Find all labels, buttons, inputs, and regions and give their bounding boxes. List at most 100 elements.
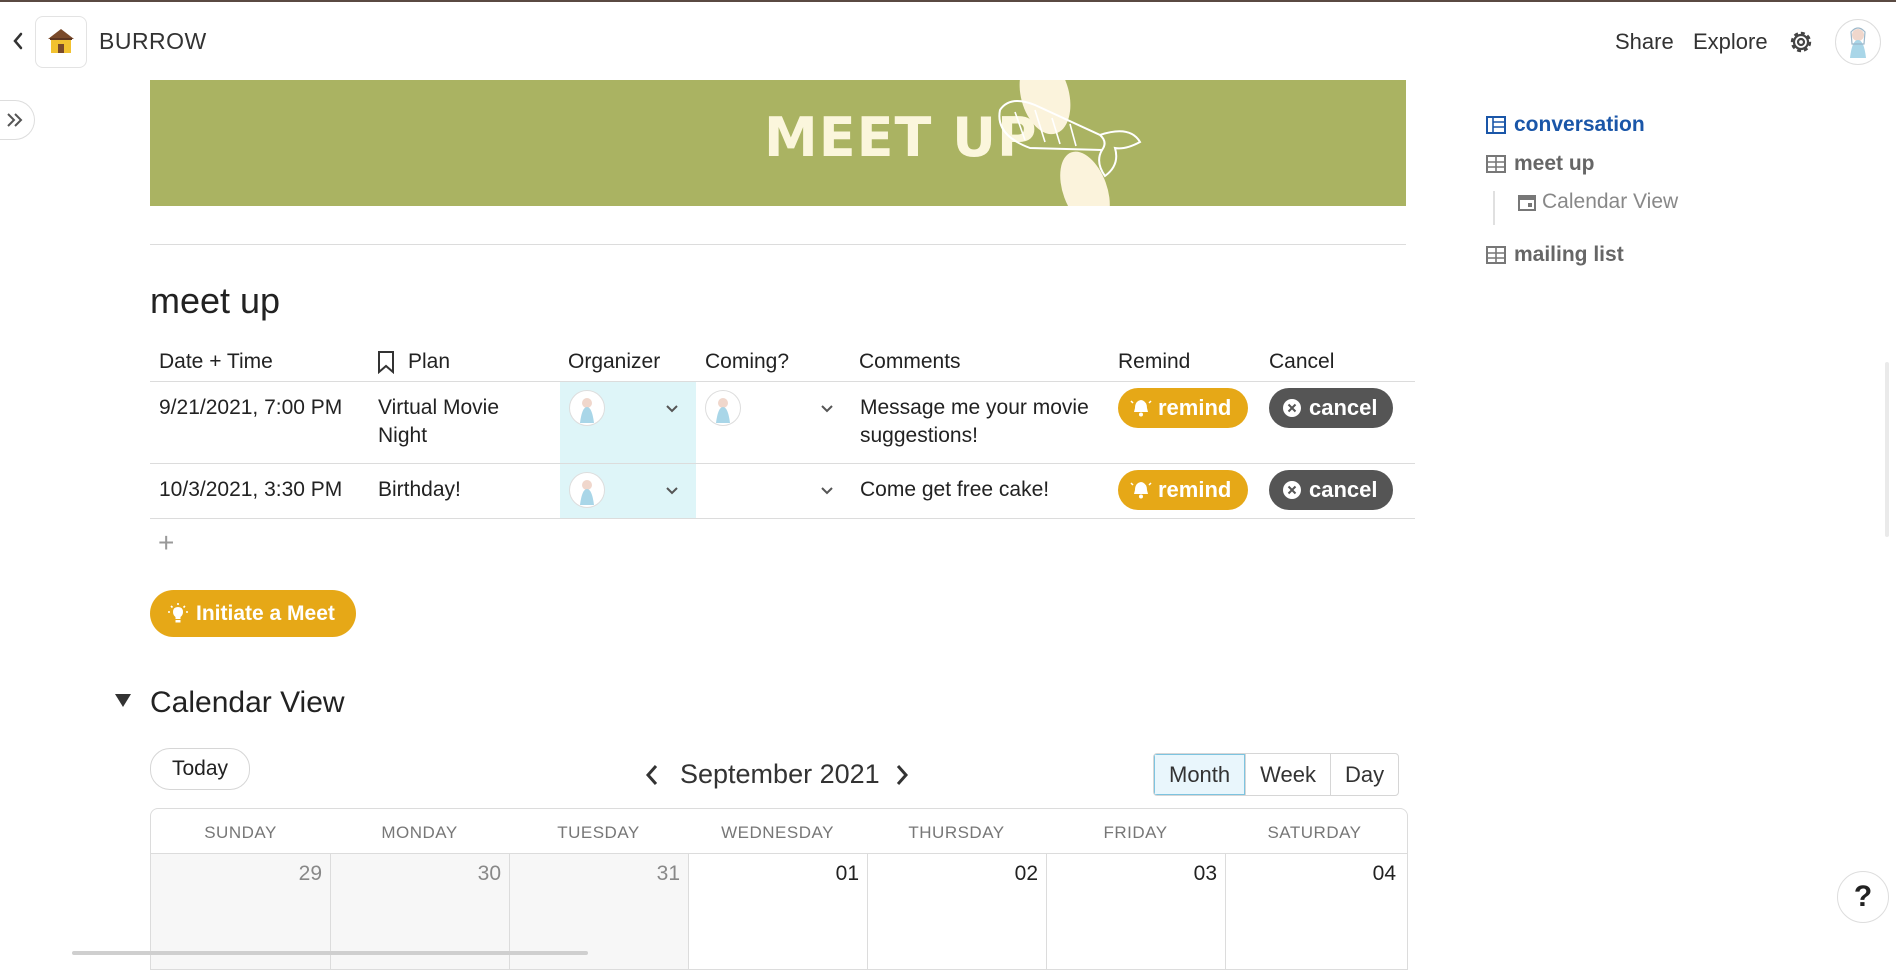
cancel-button[interactable]: cancel — [1269, 470, 1393, 510]
bell-icon — [1130, 400, 1152, 417]
column-header-remind[interactable]: Remind — [1118, 350, 1190, 374]
coming-avatar — [705, 390, 741, 426]
app-logo[interactable] — [35, 16, 87, 68]
weekday-header: MONDAY — [381, 823, 458, 842]
remind-button[interactable]: remind — [1118, 470, 1248, 510]
chevron-right-icon[interactable] — [894, 762, 910, 788]
table-icon — [1486, 155, 1506, 173]
row-comments[interactable]: Come get free cake! — [860, 476, 1049, 504]
calendar-section-title: Calendar View — [150, 686, 345, 719]
initiate-meet-label: Initiate a Meet — [196, 601, 335, 625]
cancel-label: cancel — [1309, 477, 1378, 502]
remind-label: remind — [1158, 395, 1232, 420]
organizer-dropdown-chevron-icon[interactable] — [664, 486, 680, 496]
day-number: 30 — [477, 862, 501, 885]
outline-item-label: Calendar View — [1542, 190, 1679, 213]
bell-icon — [1130, 482, 1152, 499]
horizontal-scrollbar[interactable] — [72, 951, 588, 955]
column-header-organizer[interactable]: Organizer — [568, 350, 660, 374]
carrot-illustration-icon — [998, 80, 1142, 206]
explore-button[interactable]: Explore — [1693, 29, 1768, 55]
add-row-button[interactable]: + — [158, 527, 174, 559]
outline-item-conversation[interactable]: conversation — [1486, 113, 1645, 137]
calendar-month-grid: SUNDAY MONDAY TUESDAY WEDNESDAY THURSDAY… — [150, 808, 1408, 970]
app-title: BURROW — [99, 28, 207, 54]
outline-item-label: conversation — [1514, 113, 1645, 136]
row-divider — [150, 518, 1415, 519]
coming-dropdown-chevron-icon[interactable] — [819, 404, 835, 414]
column-header-coming[interactable]: Coming? — [705, 350, 789, 374]
weekday-header: TUESDAY — [557, 823, 640, 842]
weekday-header: SUNDAY — [204, 823, 277, 842]
row-plan[interactable]: Birthday! — [378, 476, 461, 504]
chevron-left-icon[interactable] — [644, 762, 660, 788]
organizer-avatar — [569, 390, 605, 426]
expand-sidebar-button[interactable] — [0, 100, 35, 140]
day-number: 02 — [1014, 862, 1038, 885]
doc-page-icon — [1486, 116, 1506, 134]
back-chevron-icon[interactable] — [10, 28, 26, 54]
calendar-month-label: September 2021 — [680, 759, 880, 789]
today-button[interactable]: Today — [150, 748, 250, 790]
calendar-day-cell[interactable]: 01 — [688, 854, 867, 969]
outline-item-calendar-view[interactable]: Calendar View — [1518, 190, 1678, 214]
day-number: 01 — [835, 862, 859, 885]
bookmark-icon — [378, 351, 394, 374]
view-day-button[interactable]: Day — [1330, 754, 1398, 795]
initiate-meet-button[interactable]: Initiate a Meet — [150, 590, 356, 637]
share-button[interactable]: Share — [1615, 29, 1674, 55]
calendar-icon — [1518, 195, 1536, 211]
weekday-header: FRIDAY — [1103, 823, 1168, 842]
lightbulb-icon — [168, 602, 188, 622]
remind-label: remind — [1158, 477, 1232, 502]
cancel-label: cancel — [1309, 395, 1378, 420]
table-icon — [1486, 246, 1506, 264]
collapse-triangle-icon[interactable] — [114, 692, 132, 708]
meetup-banner: MEET UP — [150, 80, 1406, 206]
remind-button[interactable]: remind — [1118, 388, 1248, 428]
column-header-comments[interactable]: Comments — [859, 350, 961, 374]
column-header-plan-label: Plan — [408, 350, 451, 373]
cancel-button[interactable]: cancel — [1269, 388, 1393, 428]
day-number: 29 — [298, 862, 322, 885]
weekday-header: WEDNESDAY — [721, 823, 834, 842]
outline-item-label: mailing list — [1514, 243, 1624, 266]
section-divider — [150, 244, 1406, 245]
coming-dropdown-chevron-icon[interactable] — [819, 486, 835, 496]
vertical-scrollbar[interactable] — [1885, 362, 1889, 537]
calendar-day-cell[interactable]: 04 — [1225, 854, 1404, 969]
table-section-title: meet up — [150, 280, 281, 321]
calendar-day-cell[interactable]: 02 — [867, 854, 1046, 969]
help-button[interactable]: ? — [1837, 871, 1889, 923]
day-number: 04 — [1372, 862, 1396, 885]
day-number: 31 — [656, 862, 680, 885]
calendar-view-switcher: Month Week Day — [1153, 753, 1400, 796]
gear-icon[interactable] — [1785, 26, 1817, 58]
close-circle-icon — [1283, 399, 1301, 417]
row-date[interactable]: 10/3/2021, 3:30 PM — [159, 476, 342, 504]
outline-item-label: meet up — [1514, 152, 1595, 175]
view-week-button[interactable]: Week — [1245, 754, 1330, 795]
row-plan[interactable]: Virtual Movie Night — [378, 394, 538, 450]
user-avatar[interactable] — [1835, 19, 1881, 65]
column-header-cancel[interactable]: Cancel — [1269, 350, 1334, 374]
column-header-date[interactable]: Date + Time — [159, 350, 273, 374]
outline-nesting-line — [1493, 191, 1495, 225]
view-month-button[interactable]: Month — [1154, 754, 1246, 795]
window-top-border — [0, 0, 1896, 2]
row-date[interactable]: 9/21/2021, 7:00 PM — [159, 394, 342, 422]
header-divider — [150, 381, 1415, 382]
outline-item-mailing-list[interactable]: mailing list — [1486, 243, 1624, 267]
calendar-day-cell[interactable]: 03 — [1046, 854, 1225, 969]
column-header-plan[interactable]: Plan — [376, 350, 450, 374]
house-icon — [48, 29, 74, 53]
row-divider — [150, 463, 1415, 464]
weekday-header: SATURDAY — [1267, 823, 1362, 842]
close-circle-icon — [1283, 481, 1301, 499]
day-number: 03 — [1193, 862, 1217, 885]
organizer-dropdown-chevron-icon[interactable] — [664, 404, 680, 414]
outline-item-meet-up[interactable]: meet up — [1486, 152, 1595, 176]
row-comments[interactable]: Message me your movie suggestions! — [860, 394, 1100, 450]
weekday-header: THURSDAY — [908, 823, 1005, 842]
double-chevron-right-icon — [7, 113, 23, 127]
